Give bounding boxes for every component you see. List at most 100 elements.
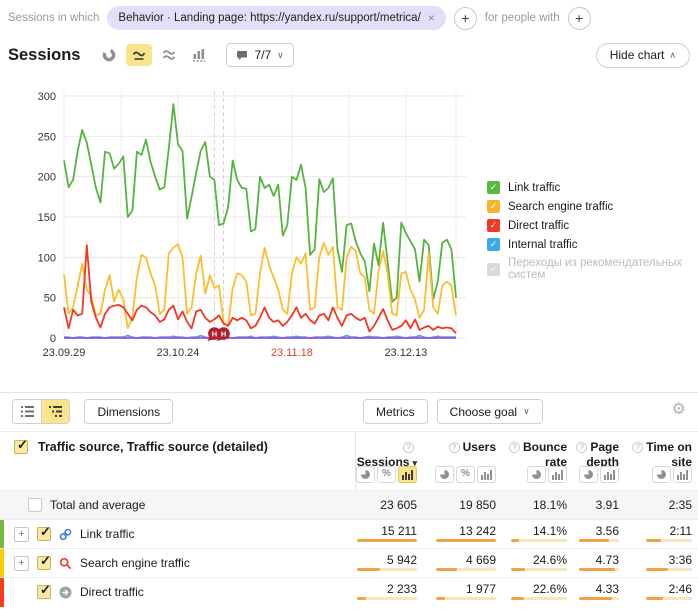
metric-value: 1 977 xyxy=(466,582,496,596)
help-icon[interactable]: ? xyxy=(449,442,460,453)
metric-value: 14.1% xyxy=(533,524,567,538)
metrics-button[interactable]: Metrics xyxy=(363,399,428,424)
line-chart-icon xyxy=(132,48,146,62)
comments-count: 7/7 xyxy=(254,48,271,62)
bars-toggle-button[interactable] xyxy=(398,466,417,483)
metric-label: Page depth xyxy=(586,440,619,469)
metric-value: 5 942 xyxy=(387,553,417,567)
metric-value: 24.6% xyxy=(533,553,567,567)
metric-value-cell: 15 211 xyxy=(355,520,423,548)
bars-toggle-button[interactable] xyxy=(548,466,567,483)
row-checkbox[interactable] xyxy=(37,527,51,541)
metric-value-cell: 3.56 xyxy=(573,520,625,548)
row-checkbox[interactable] xyxy=(37,585,51,599)
bars-toggle-icon xyxy=(604,470,615,480)
bars-toggle-icon xyxy=(402,470,413,480)
remove-segment-icon[interactable]: × xyxy=(428,11,435,25)
legend-label: Переходы из рекомендательных систем xyxy=(508,257,698,281)
chevron-up-icon: ∧ xyxy=(669,50,676,61)
value-bar xyxy=(436,539,496,542)
metric-value: 3:36 xyxy=(669,553,692,567)
table-settings-gear-icon[interactable]: ⚙ xyxy=(672,402,686,418)
metric-label: Bounce rate xyxy=(523,440,567,469)
metric-value: 15 211 xyxy=(381,524,417,538)
comments-dropdown[interactable]: 7/7 ∨ xyxy=(226,43,293,67)
pie-toggle-icon xyxy=(361,470,370,479)
pie-toggle-icon xyxy=(532,470,541,479)
expand-row-button[interactable]: + xyxy=(14,556,29,571)
metric-value-cell: 4 669 xyxy=(423,549,502,577)
tree-view-button[interactable] xyxy=(41,400,69,423)
line-chart-type-button[interactable] xyxy=(126,44,152,66)
metric-column-header[interactable]: ?Bounce rate xyxy=(502,432,573,490)
legend-item[interactable]: ✓Internal traffic xyxy=(487,238,698,251)
percent-toggle-button[interactable]: % xyxy=(377,466,396,483)
donut-icon xyxy=(102,48,116,62)
dimension-checkbox[interactable] xyxy=(14,440,28,454)
metric-value: 2:35 xyxy=(669,498,692,512)
metric-value-cell: 23 605 xyxy=(355,491,423,519)
pie-toggle-button[interactable] xyxy=(356,466,375,483)
value-bar xyxy=(357,568,417,571)
metric-column-header[interactable]: ?Sessions▾% xyxy=(355,432,423,490)
svg-text:50: 50 xyxy=(44,293,56,305)
value-bar xyxy=(511,597,567,600)
metric-column-header[interactable]: ?Time on site xyxy=(625,432,698,490)
row-checkbox[interactable] xyxy=(28,498,42,512)
chart-header: Sessions 7/7 ∨ Hide chart ∧ xyxy=(8,42,690,68)
metric-display-toggles xyxy=(579,466,619,483)
legend-checkbox[interactable]: ✓ xyxy=(487,219,500,232)
percent-toggle-button[interactable]: % xyxy=(456,466,475,483)
svg-text:250: 250 xyxy=(38,131,56,143)
row-label: Link traffic xyxy=(80,527,134,541)
pie-toggle-button[interactable] xyxy=(435,466,454,483)
legend-item[interactable]: ✓Search engine traffic xyxy=(487,200,698,213)
metric-value: 23 605 xyxy=(380,498,417,512)
percent-toggle-icon: % xyxy=(382,468,391,481)
table-body: Total and average23 60519 85018.1%3.912:… xyxy=(0,490,698,606)
column-chart-type-button[interactable] xyxy=(186,44,212,66)
row-label: Search engine traffic xyxy=(80,556,190,570)
bars-toggle-button[interactable] xyxy=(673,466,692,483)
metric-value-cell: 4.73 xyxy=(573,549,625,577)
svg-text:23.09.29: 23.09.29 xyxy=(43,347,86,359)
pie-toggle-button[interactable] xyxy=(527,466,546,483)
percent-toggle-icon: % xyxy=(461,468,470,481)
help-icon[interactable]: ? xyxy=(403,442,414,453)
metric-display-toggles xyxy=(527,466,567,483)
metric-column-header[interactable]: ?Users% xyxy=(423,432,502,490)
legend-checkbox[interactable]: ✓ xyxy=(487,181,500,194)
pie-toggle-icon xyxy=(657,470,666,479)
segment-chip[interactable]: Behavior · Landing page: https://yandex.… xyxy=(107,6,445,30)
legend-item[interactable]: ✓Direct traffic xyxy=(487,219,698,232)
pie-chart-type-button[interactable] xyxy=(96,44,122,66)
legend-checkbox[interactable]: ✓ xyxy=(487,200,500,213)
pie-toggle-icon xyxy=(440,470,449,479)
row-checkbox[interactable] xyxy=(37,556,51,570)
legend-checkbox[interactable]: ✓ xyxy=(487,238,500,251)
list-view-button[interactable] xyxy=(13,400,41,423)
dimensions-button[interactable]: Dimensions xyxy=(84,399,173,424)
metric-value-cell: 3.91 xyxy=(573,491,625,519)
legend-checkbox: ✓ xyxy=(487,263,500,276)
metric-column-header[interactable]: ?Page depth xyxy=(573,432,625,490)
value-bar xyxy=(511,568,567,571)
bars-toggle-button[interactable] xyxy=(477,466,496,483)
add-people-condition-button[interactable]: + xyxy=(568,7,591,30)
pie-toggle-button[interactable] xyxy=(579,466,598,483)
hide-chart-button[interactable]: Hide chart ∧ xyxy=(596,43,690,68)
choose-goal-dropdown[interactable]: Choose goal∨ xyxy=(437,399,543,424)
area-chart-type-button[interactable] xyxy=(156,44,182,66)
help-icon[interactable]: ? xyxy=(509,442,520,453)
legend-item[interactable]: ✓Link traffic xyxy=(487,181,698,194)
add-session-condition-button[interactable]: + xyxy=(454,7,477,30)
chevron-down-icon: ∨ xyxy=(277,50,284,61)
help-icon[interactable]: ? xyxy=(576,442,587,453)
help-icon[interactable]: ? xyxy=(632,442,643,453)
pie-toggle-button[interactable] xyxy=(652,466,671,483)
metric-value-cell: 4.33 xyxy=(573,578,625,606)
metric-value-cell: 2 233 xyxy=(355,578,423,606)
bars-toggle-button[interactable] xyxy=(600,466,619,483)
metric-value: 13 242 xyxy=(459,524,496,538)
expand-row-button[interactable]: + xyxy=(14,527,29,542)
